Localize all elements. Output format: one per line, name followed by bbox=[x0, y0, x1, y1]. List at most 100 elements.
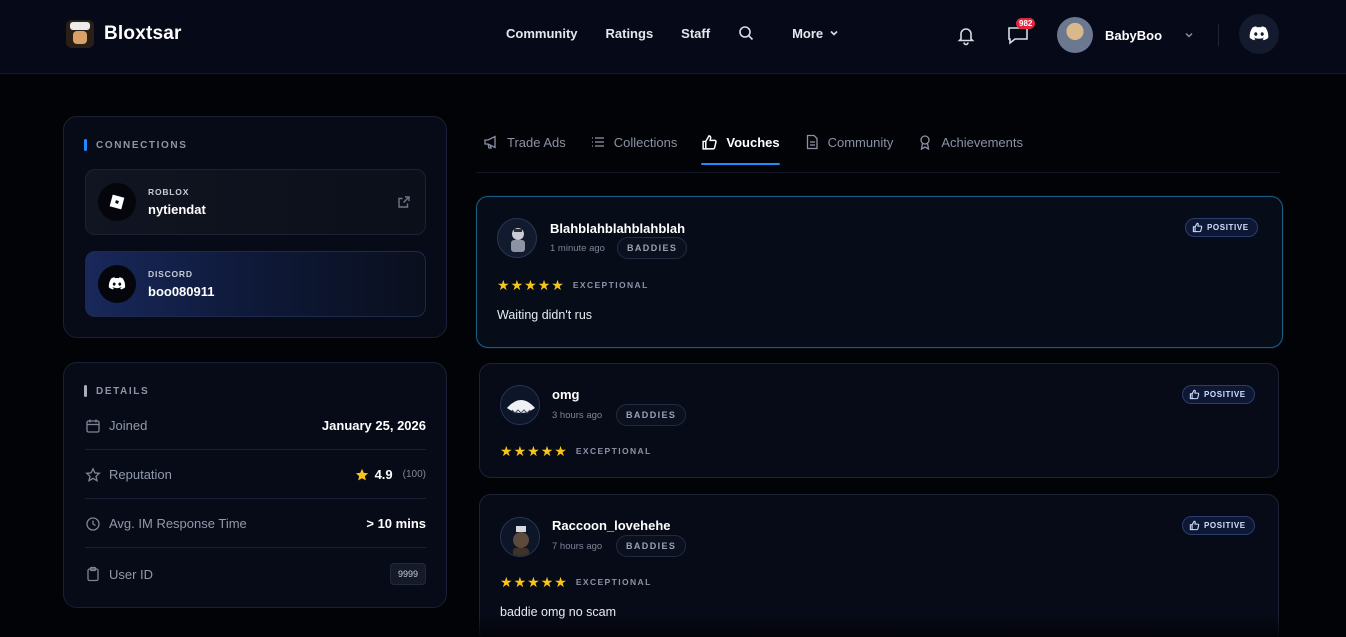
vouch-comment: Waiting didn't rus bbox=[497, 308, 593, 322]
user-id-value[interactable]: 9999 bbox=[389, 563, 426, 585]
external-link-icon[interactable] bbox=[397, 195, 411, 209]
rating-grade: EXCEPTIONAL bbox=[575, 577, 652, 587]
chevron-down-icon bbox=[1185, 33, 1193, 38]
search-icon[interactable] bbox=[738, 25, 754, 41]
scroll-fade bbox=[476, 615, 1284, 637]
tab-community-label: Community bbox=[827, 134, 894, 150]
positive-badge: POSITIVE bbox=[1185, 218, 1258, 237]
avatar[interactable] bbox=[500, 517, 540, 557]
nav-staff[interactable]: Staff bbox=[681, 26, 710, 41]
header-divider bbox=[1218, 24, 1219, 46]
list-icon bbox=[591, 137, 604, 147]
star-icon: ★ bbox=[554, 443, 567, 459]
roblox-label: ROBLOX bbox=[148, 187, 190, 197]
sentiment-label: POSITIVE bbox=[1207, 223, 1249, 232]
star-icon: ★ bbox=[500, 574, 513, 590]
nav-ratings[interactable]: Ratings bbox=[606, 26, 654, 41]
megaphone-icon bbox=[484, 135, 496, 149]
thumbs-up-icon bbox=[1189, 389, 1200, 400]
chevron-down-icon bbox=[830, 30, 838, 36]
tab-trade-ads[interactable]: Trade Ads bbox=[483, 131, 566, 153]
vouch-card: Blahblahblahblahblah 1 minute ago BADDIE… bbox=[476, 196, 1283, 348]
reputation-label: Reputation bbox=[109, 467, 172, 482]
star-icon: ★ bbox=[554, 574, 567, 590]
section-accent-bar bbox=[84, 139, 87, 151]
star-icon: ★ bbox=[537, 277, 551, 293]
thumbs-up-icon bbox=[1192, 222, 1203, 233]
star-rating: ★ ★ ★ ★ ★ EXCEPTIONAL bbox=[497, 278, 649, 292]
discord-button[interactable] bbox=[1239, 14, 1279, 54]
reputation-value: 4.9 bbox=[374, 467, 393, 482]
tab-vouches[interactable]: Vouches bbox=[701, 131, 780, 165]
sentiment-label: POSITIVE bbox=[1204, 390, 1246, 399]
positive-badge: POSITIVE bbox=[1182, 385, 1255, 404]
top-navigation-bar: Bloxtsar Community Ratings Staff More 98… bbox=[0, 0, 1346, 74]
tab-collections[interactable]: Collections bbox=[590, 131, 678, 153]
nav-more-label: More bbox=[792, 25, 824, 41]
vouch-time: 7 hours ago bbox=[552, 541, 603, 552]
joined-label: Joined bbox=[109, 418, 148, 433]
response-time-label: Avg. IM Response Time bbox=[109, 516, 247, 531]
avatar bbox=[1057, 17, 1093, 53]
details-card: DETAILS Joined January 25, 2026 Reputati… bbox=[63, 362, 447, 608]
star-icon: ★ bbox=[540, 574, 554, 590]
details-title: DETAILS bbox=[84, 385, 149, 397]
star-outline-icon bbox=[85, 466, 101, 482]
document-icon bbox=[806, 134, 818, 150]
clipboard-icon bbox=[87, 566, 99, 582]
profile-tabs: Trade Ads Collections Vouches Community … bbox=[483, 131, 1047, 165]
tab-community[interactable]: Community bbox=[804, 131, 894, 153]
tab-trade-ads-label: Trade Ads bbox=[507, 134, 566, 150]
star-icon: ★ bbox=[540, 443, 554, 459]
star-icon: ★ bbox=[500, 443, 513, 459]
roblox-icon bbox=[98, 183, 136, 221]
main-nav: Community Ratings Staff More bbox=[506, 25, 867, 41]
brand-logo-icon bbox=[66, 20, 94, 48]
reviewer-tag: BADDIES bbox=[616, 404, 687, 426]
tab-collections-label: Collections bbox=[613, 134, 678, 150]
response-time-value: > 10 mins bbox=[366, 516, 426, 531]
star-rating: ★ ★ ★ ★ ★ EXCEPTIONAL bbox=[500, 444, 652, 458]
reviewer-name[interactable]: omg bbox=[552, 387, 579, 402]
star-icon: ★ bbox=[527, 574, 540, 590]
detail-reputation: Reputation 4.9 (100) bbox=[85, 451, 426, 499]
thumbs-up-icon bbox=[702, 134, 718, 150]
connections-card: CONNECTIONS ROBLOX nytiendat DISCORD boo… bbox=[63, 116, 447, 338]
avatar[interactable] bbox=[497, 218, 537, 258]
detail-user-id: User ID 9999 bbox=[85, 550, 426, 598]
tabs-divider bbox=[476, 172, 1280, 173]
discord-icon bbox=[1249, 26, 1269, 41]
reviewer-tag: BADDIES bbox=[616, 535, 687, 557]
star-rating: ★ ★ ★ ★ ★ EXCEPTIONAL bbox=[500, 575, 652, 589]
roblox-username: nytiendat bbox=[148, 202, 206, 217]
nav-more[interactable]: More bbox=[792, 26, 839, 41]
user-menu[interactable]: BabyBoo bbox=[1057, 17, 1194, 53]
star-icon: ★ bbox=[510, 277, 524, 293]
reputation-rating: 4.9 (100) bbox=[355, 467, 426, 482]
brand-name: Bloxtsar bbox=[104, 23, 182, 44]
nav-community[interactable]: Community bbox=[506, 26, 578, 41]
reviewer-name[interactable]: Blahblahblahblahblah bbox=[550, 221, 685, 236]
clock-icon bbox=[86, 516, 100, 531]
connections-title-text: CONNECTIONS bbox=[96, 139, 188, 151]
star-icon: ★ bbox=[513, 574, 527, 590]
roblox-connection[interactable]: ROBLOX nytiendat bbox=[85, 169, 426, 235]
vouch-time: 3 hours ago bbox=[552, 410, 603, 421]
star-icon: ★ bbox=[513, 443, 527, 459]
discord-connection[interactable]: DISCORD boo080911 bbox=[85, 251, 426, 317]
rating-grade: EXCEPTIONAL bbox=[575, 446, 652, 456]
discord-username: boo080911 bbox=[148, 284, 215, 299]
reviewer-name[interactable]: Raccoon_lovehehe bbox=[552, 518, 671, 533]
username-label: BabyBoo bbox=[1105, 27, 1163, 43]
tab-achievements[interactable]: Achievements bbox=[917, 131, 1023, 153]
joined-value: January 25, 2026 bbox=[321, 418, 426, 433]
bell-icon[interactable] bbox=[955, 24, 977, 46]
star-icon: ★ bbox=[527, 443, 540, 459]
star-icon bbox=[355, 468, 368, 480]
section-accent-bar bbox=[84, 385, 87, 397]
brand-link[interactable]: Bloxtsar bbox=[66, 20, 182, 48]
avatar[interactable] bbox=[500, 385, 540, 425]
positive-badge: POSITIVE bbox=[1182, 516, 1255, 535]
rating-grade: EXCEPTIONAL bbox=[572, 280, 649, 290]
tab-vouches-label: Vouches bbox=[726, 134, 780, 150]
